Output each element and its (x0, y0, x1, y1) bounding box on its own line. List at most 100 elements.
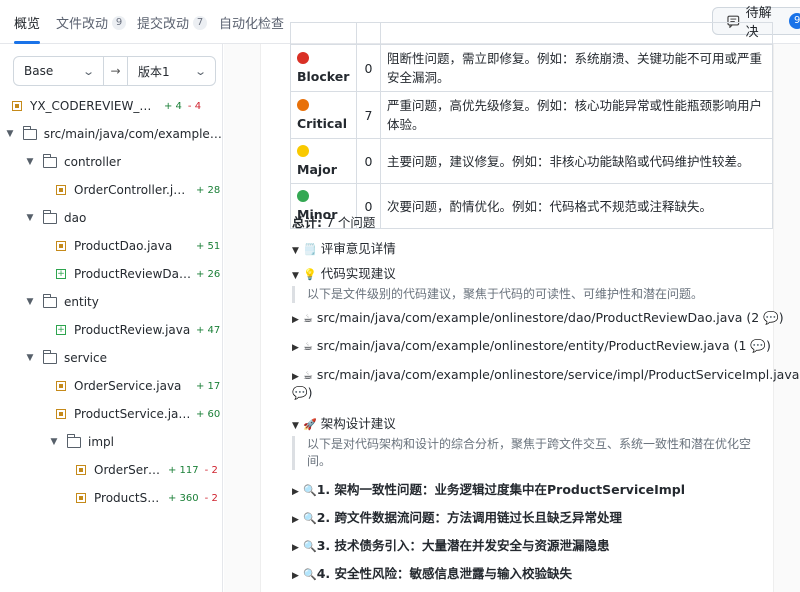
folder-icon (43, 153, 57, 168)
table-row: Blocker 0 阻断性问题，需立即修复。例如：系统崩溃、关键功能不可用或严重… (290, 44, 773, 92)
coffee-icon: ☕ (303, 340, 313, 353)
collapsed-caret-icon: ▶ (292, 515, 299, 525)
collapsed-caret-icon: ▶ (292, 372, 299, 382)
tab-file-changes[interactable]: 文件改动 9 (56, 13, 127, 32)
severity-count: 7 (356, 91, 381, 139)
tab-commit-changes[interactable]: 提交改动 7 (137, 13, 208, 32)
severity-desc: 主要问题，建议修复。例如：非核心功能缺陷或代码维护性较差。 (380, 138, 773, 184)
severity-desc: 严重问题，高优先级修复。例如：核心功能异常或性能瓶颈影响用户体验。 (380, 91, 773, 139)
file-added-icon (56, 325, 66, 335)
collapsed-caret-icon: ▶ (292, 343, 299, 353)
code-file-item[interactable]: ▶ ☕ src/main/java/com/example/onlinestore… (292, 367, 800, 382)
version-dropdown[interactable]: 版本1 ⌄ (128, 57, 215, 85)
coffee-icon: ☕ (303, 369, 313, 382)
expand-caret-icon: ▼ (6, 129, 14, 139)
file-modified-icon (56, 409, 66, 419)
tab-count-badge: 7 (193, 15, 208, 30)
chevron-down-icon: ⌄ (193, 64, 207, 78)
code-intro-quote: 以下是文件级别的代码建议，聚焦于代码的可读性、可维护性和潜在问题。 (292, 286, 772, 303)
version-selector: Base ⌄ → 版本1 ⌄ (13, 56, 216, 86)
folder-icon (43, 209, 57, 224)
expand-caret-icon: ▼ (26, 353, 34, 363)
severity-name: Blocker (290, 44, 357, 92)
arch-intro-quote: 以下是对代码架构和设计的综合分析，聚焦于跨文件交互、系统一致性和潜在优化空间。 (292, 436, 772, 470)
tree-folder-item[interactable]: ▼ dao (0, 204, 222, 232)
tree-folder-item[interactable]: ▼ entity (0, 288, 222, 316)
rocket-icon: 🚀 (303, 418, 317, 431)
table-row: Major 0 主要问题，建议修复。例如：非核心功能缺陷或代码维护性较差。 (290, 138, 773, 184)
severity-dot-icon (297, 190, 309, 202)
table-row (290, 22, 773, 45)
arch-item[interactable]: ▶ 🔍3. 技术债务引入：大量潜在并发安全与资源泄漏隐患 (292, 535, 610, 554)
folder-icon (43, 293, 57, 308)
severity-dot-icon (297, 145, 309, 157)
collapsed-caret-icon: ▶ (292, 315, 299, 325)
expand-caret-icon: ▼ (26, 157, 34, 167)
collapsed-caret-icon: ▶ (292, 571, 299, 581)
details-toggle[interactable]: ▼ 🗒️ 评审意见详情 (292, 238, 396, 257)
file-modified-icon (56, 185, 66, 195)
severity-count: 0 (356, 44, 381, 92)
tab-automated-checks[interactable]: 自动化检查 (219, 13, 284, 32)
collapsed-caret-icon: ▶ (292, 487, 299, 497)
notepad-icon: 🗒️ (303, 243, 317, 256)
collapsed-caret-icon: ▶ (292, 543, 299, 553)
severity-desc: 阻断性问题，需立即修复。例如：系统崩溃、关键功能不可用或严重安全漏洞。 (380, 44, 773, 92)
arch-item[interactable]: ▶ 🔍1. 架构一致性问题：业务逻辑过度集中在ProductServiceImpl (292, 479, 685, 498)
expand-caret-icon: ▼ (50, 437, 58, 447)
base-dropdown[interactable]: Base ⌄ (14, 57, 104, 85)
file-modified-icon (56, 241, 66, 251)
folder-icon (67, 433, 81, 448)
file-modified-icon (76, 465, 86, 475)
total-issues: 总计: 7 个问题 (292, 215, 376, 230)
tree-file-item[interactable]: OrderService.java + 17 (0, 372, 222, 400)
magnifier-icon: 🔍 (303, 512, 317, 525)
arch-item[interactable]: ▶ 🔍2. 跨文件数据流问题：方法调用链过长且缺乏异常处理 (292, 507, 622, 526)
tree-file-item[interactable]: ProductReviewDao.j... + 26 (0, 260, 222, 288)
tree-file-item[interactable]: OrderController.java + 28 (0, 176, 222, 204)
file-modified-icon (76, 493, 86, 503)
tree-folder-item[interactable]: ▼ impl (0, 428, 222, 456)
compare-arrow: → (104, 57, 128, 85)
coffee-icon: ☕ (303, 312, 313, 325)
expanded-caret-icon: ▼ (292, 421, 299, 431)
severity-dot-icon (297, 99, 309, 111)
expanded-caret-icon: ▼ (292, 271, 299, 281)
tree-file-item[interactable]: ProductSer... + 360- 2 (0, 484, 222, 512)
folder-icon (22, 125, 37, 140)
tree-file-item[interactable]: YX_CODEREVIEW_QUIC... + 4- 4 (0, 92, 222, 120)
file-tree-sidebar: Base⌄ → 版本1⌄ YX_CODEREVIEW_QUIC... + 4- … (0, 44, 223, 592)
code-file-item[interactable]: ▶ ☕ src/main/java/com/example/onlinestore… (292, 338, 771, 354)
tab-overview[interactable]: 概览 (14, 13, 40, 32)
arch-suggestions-toggle[interactable]: ▼ 🚀 架构设计建议 (292, 413, 396, 432)
tree-file-item[interactable]: ProductReview.java + 47 (0, 316, 222, 344)
tree-folder-item[interactable]: ▼ controller (0, 148, 222, 176)
tab-count-badge: 9 (112, 15, 127, 30)
tree-folder-item[interactable]: ▼ src/main/java/com/example/o... (0, 120, 222, 148)
table-row: Critical 7 严重问题，高优先级修复。例如：核心功能异常或性能瓶颈影响用… (290, 91, 773, 139)
file-added-icon (56, 269, 66, 279)
code-file-item[interactable]: ▶ ☕ src/main/java/com/example/onlinestore… (292, 310, 784, 326)
severity-count: 0 (356, 138, 381, 184)
code-suggestions-toggle[interactable]: ▼ 💡 代码实现建议 (292, 263, 396, 282)
code-file-item-wrap: 💬) (292, 385, 313, 400)
arch-item[interactable]: ▶ 🔍4. 安全性风险：敏感信息泄露与输入校验缺失 (292, 563, 572, 582)
severity-name: Major (290, 138, 357, 184)
chevron-down-icon: ⌄ (81, 64, 95, 78)
tree-file-item[interactable]: ProductDao.java + 51 (0, 232, 222, 260)
pending-count-badge: 9 (789, 13, 800, 29)
tree-file-item[interactable]: OrderServi... + 117- 2 (0, 456, 222, 484)
expand-caret-icon: ▼ (26, 213, 34, 223)
severity-dot-icon (297, 52, 309, 64)
tree-folder-item[interactable]: ▼ service (0, 344, 222, 372)
file-modified-icon (56, 381, 66, 391)
magnifier-icon: 🔍 (303, 540, 317, 553)
file-modified-icon (12, 101, 22, 111)
severity-table: Blocker 0 阻断性问题，需立即修复。例如：系统崩溃、关键功能不可用或严重… (290, 22, 773, 229)
tree-file-item[interactable]: ProductService.java + 60 (0, 400, 222, 428)
severity-name: Critical (290, 91, 357, 139)
magnifier-icon: 🔍 (303, 568, 317, 581)
magnifier-icon: 🔍 (303, 484, 317, 497)
severity-desc: 次要问题，酌情优化。例如：代码格式不规范或注释缺失。 (380, 183, 773, 229)
expand-caret-icon: ▼ (26, 297, 34, 307)
